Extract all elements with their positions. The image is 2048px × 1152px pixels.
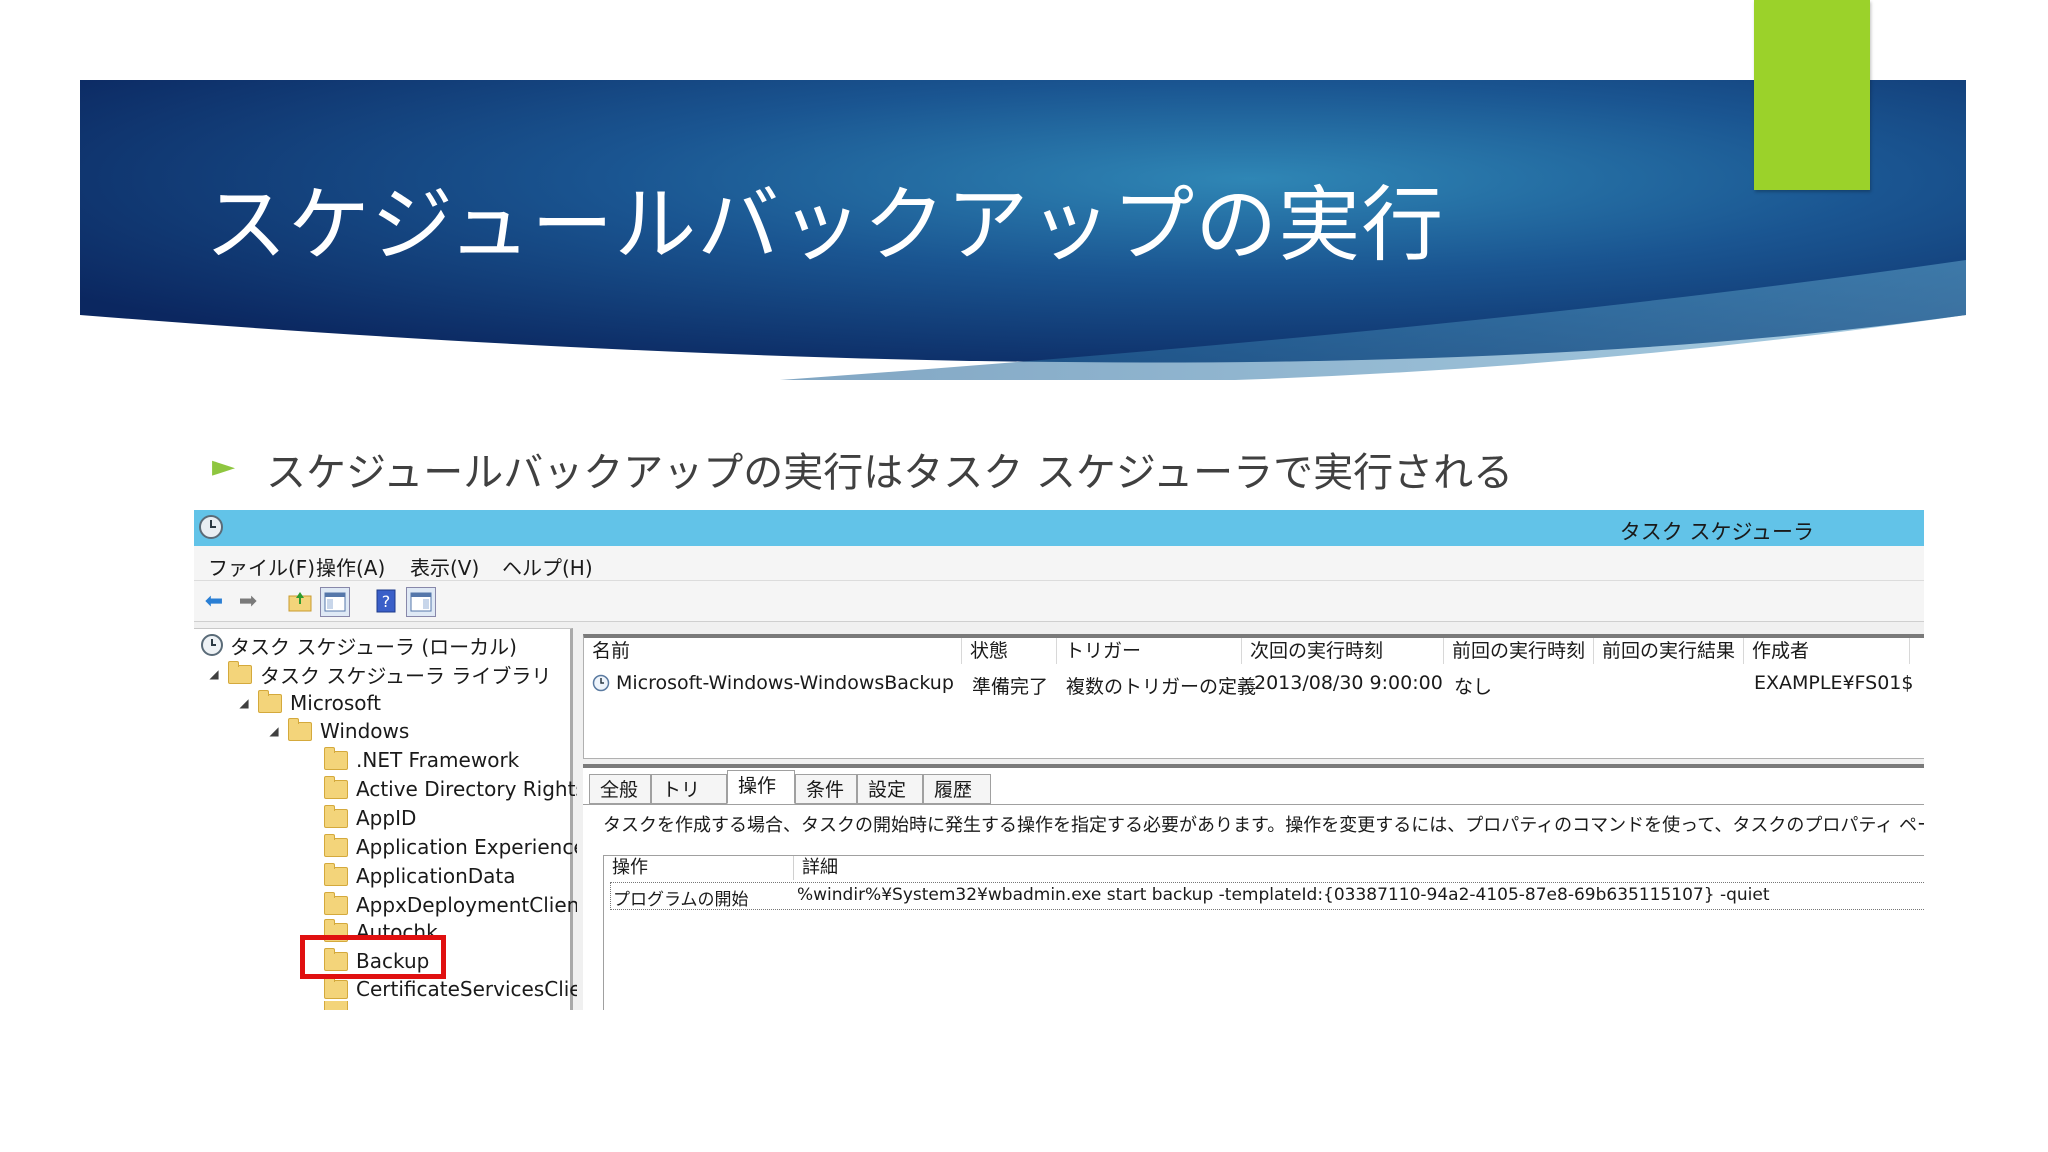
menu-help[interactable]: ヘルプ(H) <box>502 552 593 581</box>
window-titlebar: タスク スケジューラ <box>194 510 1924 546</box>
accent-tab <box>1754 0 1870 190</box>
task-scheduler-screenshot: タスク スケジューラ ファイル(F) 操作(A) 表示(V) ヘルプ(H) ⬅ … <box>194 510 1924 1010</box>
bullet-text: スケジュールバックアップの実行はタスク スケジューラで実行される <box>266 450 1514 496</box>
clock-icon <box>199 515 223 539</box>
column-header-last-result[interactable]: 前回の実行結果 <box>1594 638 1744 664</box>
folder-icon <box>324 1001 348 1010</box>
bullet-arrow-icon: ► <box>212 449 236 484</box>
slide-title: スケジュールバックアップの実行 <box>205 178 1445 273</box>
folder-icon <box>324 746 348 770</box>
expand-arrow-icon[interactable]: ◢ <box>236 696 252 710</box>
tab-general[interactable]: 全般 <box>589 774 651 804</box>
toolbar: ⬅ ➡ ? <box>194 581 1924 622</box>
tree-item-folder-partial <box>324 1001 356 1010</box>
task-trigger: 複数のトリガーの定義 <box>1066 676 1257 698</box>
tree-item-label: Windows <box>320 719 410 743</box>
folder-icon <box>324 975 348 999</box>
folder-icon <box>324 804 348 828</box>
expand-arrow-icon[interactable]: ◢ <box>206 667 222 681</box>
column-header-status[interactable]: 状態 <box>962 638 1057 664</box>
task-next-run: 2013/08/30 9:00:00 <box>1254 672 1443 694</box>
tree-item-label: AppxDeploymentClient <box>356 893 588 917</box>
tree-item-label: AppID <box>356 806 417 830</box>
task-clock-icon <box>592 674 610 692</box>
show-hide-action-pane-icon[interactable] <box>406 587 436 617</box>
tree-item-label: CertificateServicesClie <box>356 977 582 1001</box>
tree-item-library[interactable]: ◢ タスク スケジューラ ライブラリ <box>206 660 551 688</box>
tree-item-folder[interactable]: CertificateServicesClie <box>324 975 582 1003</box>
tab-settings[interactable]: 設定 <box>857 774 923 804</box>
tree-item-label: Active Directory Rights <box>356 777 586 801</box>
column-header-action[interactable]: 操作 <box>604 856 794 880</box>
tree-item-label: タスク スケジューラ ライブラリ <box>260 663 552 688</box>
task-author: EXAMPLE¥FS01$ <box>1754 672 1914 694</box>
folder-icon <box>324 775 348 799</box>
tree-item-label: Application Experience <box>356 835 586 859</box>
task-details-panel: 全般 トリガー 操作 条件 設定 履歴 タスクを作成する場合、タスクの開始時に発… <box>583 764 1924 1010</box>
task-status: 準備完了 <box>972 676 1049 698</box>
clock-icon <box>201 634 223 656</box>
tree-item-folder[interactable]: Application Experience <box>324 833 586 861</box>
folder-icon <box>324 862 348 886</box>
back-arrow-icon[interactable]: ⬅ <box>200 587 228 615</box>
tree-item-folder[interactable]: ApplicationData <box>324 862 516 890</box>
library-folder-icon <box>228 660 252 684</box>
tab-history[interactable]: 履歴 <box>923 774 991 804</box>
tab-conditions[interactable]: 条件 <box>795 774 857 804</box>
column-header-last-run[interactable]: 前回の実行時刻 <box>1444 638 1594 664</box>
action-type: プログラムの開始 <box>613 890 749 910</box>
menu-view[interactable]: 表示(V) <box>410 552 479 581</box>
folder-icon <box>288 717 312 741</box>
column-header-author[interactable]: 作成者 <box>1744 638 1910 664</box>
menu-bar: ファイル(F) 操作(A) 表示(V) ヘルプ(H) <box>194 546 1924 581</box>
show-hide-console-tree-icon[interactable] <box>320 587 350 617</box>
task-last-run: なし <box>1454 676 1493 698</box>
folder-icon <box>258 689 282 713</box>
column-header-name[interactable]: 名前 <box>584 638 962 664</box>
tree-item-microsoft[interactable]: ◢ Microsoft <box>236 689 381 717</box>
task-name: Microsoft-Windows-WindowsBackup <box>616 672 954 694</box>
table-row[interactable]: Microsoft-Windows-WindowsBackup <box>592 672 954 694</box>
action-row[interactable]: プログラムの開始 %windir%¥System32¥wbadmin.exe s… <box>610 882 1924 910</box>
column-header-detail[interactable]: 詳細 <box>794 856 1924 880</box>
folder-icon <box>324 891 348 915</box>
actions-description: タスクを作成する場合、タスクの開始時に発生する操作を指定する必要があります。操作… <box>603 815 1924 836</box>
tree-item-windows[interactable]: ◢ Windows <box>266 717 409 745</box>
menu-file[interactable]: ファイル(F) <box>208 552 315 581</box>
svg-text:?: ? <box>382 592 391 611</box>
tree-item-label: .NET Framework <box>356 748 520 772</box>
menu-action[interactable]: 操作(A) <box>316 552 385 581</box>
tab-actions[interactable]: 操作 <box>727 770 795 804</box>
up-folder-icon[interactable] <box>286 587 314 615</box>
tree-item-folder[interactable]: .NET Framework <box>324 746 519 774</box>
help-icon[interactable]: ? <box>372 587 400 615</box>
actions-table: 操作 詳細 プログラムの開始 %windir%¥System32¥wbadmin… <box>603 855 1924 1010</box>
tree-item-label: ApplicationData <box>356 864 516 888</box>
tree-item-folder[interactable]: Active Directory Rights <box>324 775 586 803</box>
window-title: タスク スケジューラ <box>1619 520 1814 544</box>
tree-item-folder[interactable]: AppxDeploymentClient <box>324 891 587 919</box>
tree-item-root[interactable]: タスク スケジューラ (ローカル) <box>200 631 517 659</box>
tab-triggers[interactable]: トリガー <box>651 774 727 831</box>
action-detail: %windir%¥System32¥wbadmin.exe start back… <box>797 885 1770 905</box>
expand-arrow-icon[interactable]: ◢ <box>266 724 282 738</box>
tab-content-actions: タスクを作成する場合、タスクの開始時に発生する操作を指定する必要があります。操作… <box>583 804 1924 1010</box>
forward-arrow-icon[interactable]: ➡ <box>234 587 262 615</box>
tree-item-folder[interactable]: AppID <box>324 804 416 832</box>
column-header-trigger[interactable]: トリガー <box>1057 638 1242 664</box>
backup-highlight-box <box>300 935 446 979</box>
main-pane: 名前 状態 トリガー 次回の実行時刻 前回の実行時刻 前回の実行結果 作成者 M… <box>577 628 1924 1010</box>
folder-icon <box>324 833 348 857</box>
tree-item-label: タスク スケジューラ (ローカル) <box>230 634 517 659</box>
column-header-next-run[interactable]: 次回の実行時刻 <box>1242 638 1444 664</box>
tree-item-label: Microsoft <box>290 691 382 715</box>
task-list: 名前 状態 トリガー 次回の実行時刻 前回の実行時刻 前回の実行結果 作成者 M… <box>583 634 1924 759</box>
